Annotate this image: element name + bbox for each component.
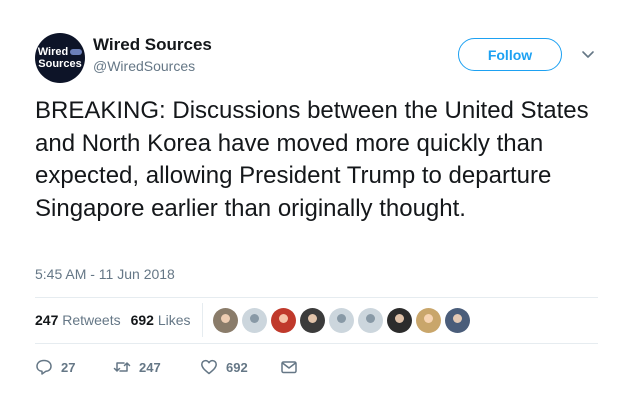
retweet-icon — [113, 362, 131, 372]
avatar-head — [308, 314, 317, 323]
avatar-head — [250, 314, 259, 323]
avatar-head — [453, 314, 462, 323]
avatar-line2: Sources — [38, 58, 82, 70]
chevron-down-icon[interactable] — [580, 46, 596, 62]
avatar[interactable]: Wired Sources — [35, 33, 85, 83]
retweets-label: Retweets — [62, 312, 121, 328]
engagement-stats: 247 Retweets 692 Likes — [35, 303, 203, 337]
likes-stat[interactable]: 692 Likes — [131, 312, 191, 328]
avatar-head — [221, 314, 230, 323]
liker-avatars — [213, 308, 470, 333]
liker-avatar[interactable] — [387, 308, 412, 333]
reply-count: 27 — [61, 359, 76, 375]
retweet-button[interactable]: 247 — [113, 358, 200, 376]
direct-message-button[interactable] — [280, 358, 298, 376]
avatar-head — [337, 314, 346, 323]
avatar-head — [395, 314, 404, 323]
tweet-card: Wired Sources Wired Sources @WiredSource… — [0, 0, 633, 407]
avatar-head — [279, 314, 288, 323]
likes-count: 692 — [130, 312, 154, 328]
author-name[interactable]: Wired Sources — [93, 35, 212, 55]
avatar-line1: Wired — [37, 46, 69, 58]
reply-icon — [36, 359, 52, 375]
liker-avatar[interactable] — [329, 308, 354, 333]
likes-label: Likes — [157, 312, 191, 328]
liker-avatar[interactable] — [445, 308, 470, 333]
author-handle[interactable]: @WiredSources — [93, 58, 195, 74]
stats-separator — [202, 303, 203, 337]
like-count: 692 — [226, 359, 248, 375]
liker-avatar[interactable] — [242, 308, 267, 333]
liker-avatar[interactable] — [271, 308, 296, 333]
retweets-count: 247 — [35, 312, 59, 328]
avatar-head — [366, 314, 375, 323]
envelope-icon — [281, 361, 297, 374]
reply-button[interactable]: 27 — [35, 358, 113, 376]
cloud-icon — [70, 49, 83, 55]
liker-avatar[interactable] — [416, 308, 441, 333]
liker-avatar[interactable] — [300, 308, 325, 333]
liker-avatar[interactable] — [213, 308, 238, 333]
like-button[interactable]: 692 — [200, 358, 280, 376]
liker-avatar[interactable] — [358, 308, 383, 333]
follow-button[interactable]: Follow — [458, 38, 562, 71]
tweet-text: BREAKING: Discussions between the United… — [35, 97, 589, 222]
heart-icon — [201, 359, 217, 375]
divider — [35, 297, 598, 298]
retweet-count: 247 — [139, 359, 161, 375]
avatar-head — [424, 314, 433, 323]
tweet-timestamp[interactable]: 5:45 AM - 11 Jun 2018 — [35, 266, 175, 282]
divider — [35, 343, 598, 344]
retweets-stat[interactable]: 247 Retweets — [35, 312, 121, 328]
tweet-actions: 27 247 692 — [35, 358, 298, 376]
